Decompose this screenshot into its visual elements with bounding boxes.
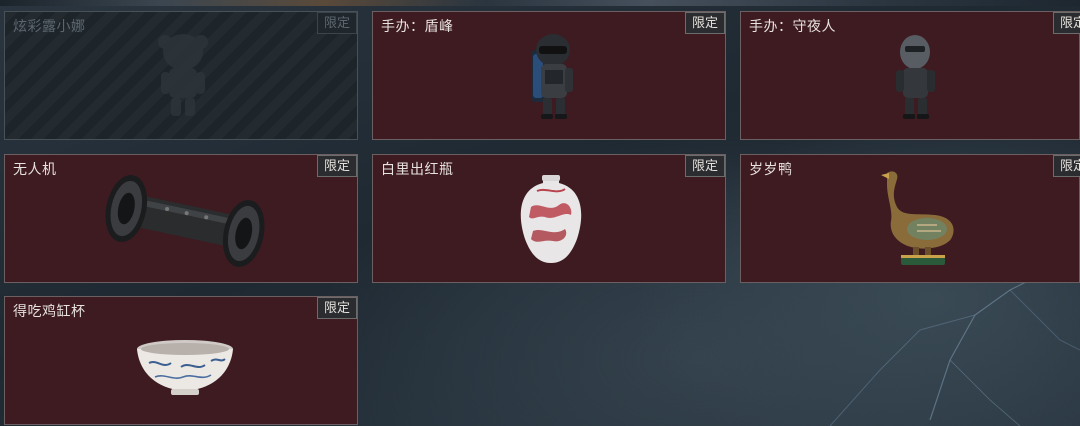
limited-badge: 限定 xyxy=(684,12,725,34)
item-card-drone[interactable]: 无人机 限定 xyxy=(4,154,358,283)
drone-cylinder-icon xyxy=(105,175,265,267)
limited-badge: 限定 xyxy=(1052,12,1080,34)
limited-badge: 限定 xyxy=(316,155,357,177)
item-name: 白里出红瓶 xyxy=(381,162,454,178)
limited-badge: 限定 xyxy=(1052,155,1080,177)
limited-badge: 限定 xyxy=(316,12,357,34)
limited-badge: 限定 xyxy=(316,297,357,319)
item-card-dunfeng[interactable]: 手办：盾峰 限定 xyxy=(372,11,726,140)
limited-badge: 限定 xyxy=(684,155,725,177)
item-name: 手办：盾峰 xyxy=(381,19,454,35)
item-card-cup[interactable]: 得吃鸡缸杯 限定 xyxy=(4,296,358,425)
item-name: 炫彩露小娜 xyxy=(13,19,86,35)
item-name: 得吃鸡缸杯 xyxy=(13,304,86,320)
item-card-shouyeren[interactable]: 手办：守夜人 限定 xyxy=(740,11,1080,140)
item-name: 无人机 xyxy=(13,162,57,178)
item-card-duck[interactable]: 岁岁鸭 限定 xyxy=(740,154,1080,283)
top-banner-strip xyxy=(0,0,1080,6)
item-card-luxiaona[interactable]: 炫彩露小娜 限定 xyxy=(4,11,358,140)
item-name: 岁岁鸭 xyxy=(749,162,793,178)
item-name: 手办：守夜人 xyxy=(749,19,836,35)
item-card-vase[interactable]: 白里出红瓶 限定 xyxy=(372,154,726,283)
